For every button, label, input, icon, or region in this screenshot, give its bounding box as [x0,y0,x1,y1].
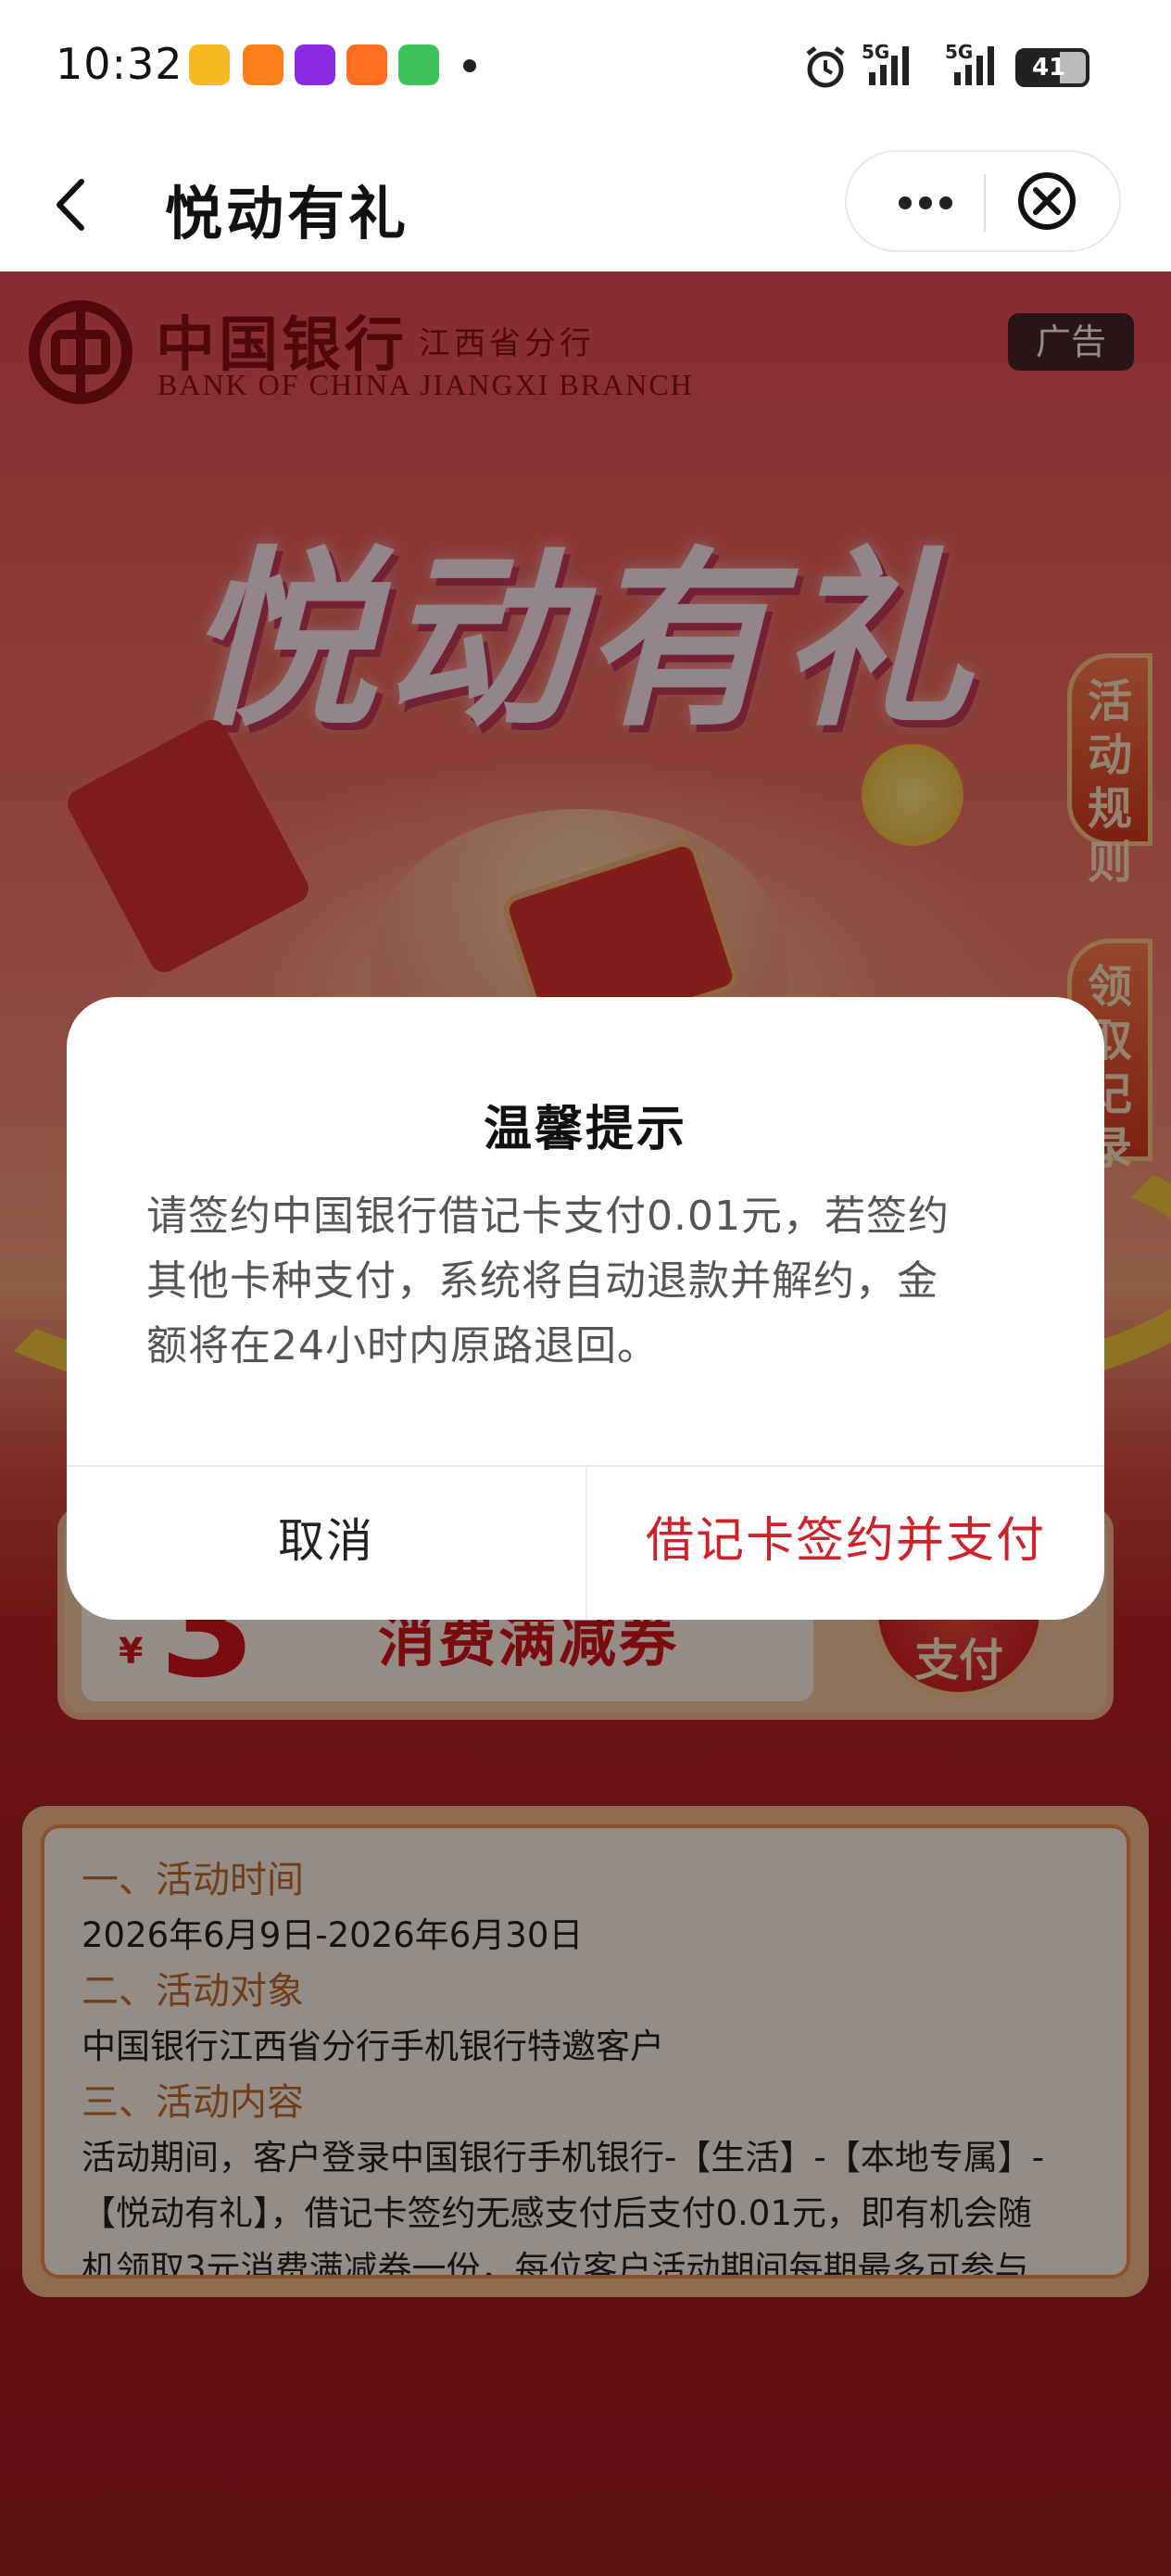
status-bar: 10:32 5G 5G 41 [0,0,1171,139]
video-app-icon [398,44,439,85]
orange-app-icon [346,44,387,85]
battery-level: 41 [1032,54,1066,82]
tip-dialog: 温馨提示 请签约中国银行借记卡支付0.01元，若签约 其他卡种支付，系统将自动退… [67,997,1104,1620]
close-button[interactable] [986,152,1121,250]
taobao-flash-icon [243,44,283,85]
signal-icon-2 [954,46,994,85]
back-button[interactable] [43,172,102,237]
dialog-message-line: 额将在24小时内原路退回。 [146,1322,659,1370]
close-circle-icon [1018,172,1076,230]
cancel-button[interactable]: 取消 [67,1467,586,1620]
nav-header: 悦动有礼 [0,139,1171,271]
more-dots-icon [899,196,912,209]
dialog-message-line: 请签约中国银行借记卡支付0.01元，若签约 [146,1193,950,1240]
battery-icon: 41 [1015,48,1089,87]
bank-app-icon [295,44,335,85]
dialog-message-line: 其他卡种支付，系统将自动退款并解约，金 [146,1257,938,1305]
dialog-title: 温馨提示 [483,1102,687,1157]
chevron-left-icon [57,179,84,231]
weibo-icon [189,44,230,85]
status-time: 10:32 [56,39,183,89]
mini-program-capsule [845,150,1121,252]
more-button[interactable] [847,152,984,250]
more-notifications-dot [463,59,476,72]
dialog-message: 请签约中国银行借记卡支付0.01元，若签约 其他卡种支付，系统将自动退款并解约，… [146,1184,1036,1379]
sign-and-pay-button[interactable]: 借记卡签约并支付 [587,1467,1104,1620]
dialog-actions: 取消 借记卡签约并支付 [67,1465,1104,1620]
alarm-icon [806,46,845,88]
signal-icon [869,46,909,85]
page-title: 悦动有礼 [165,180,410,247]
